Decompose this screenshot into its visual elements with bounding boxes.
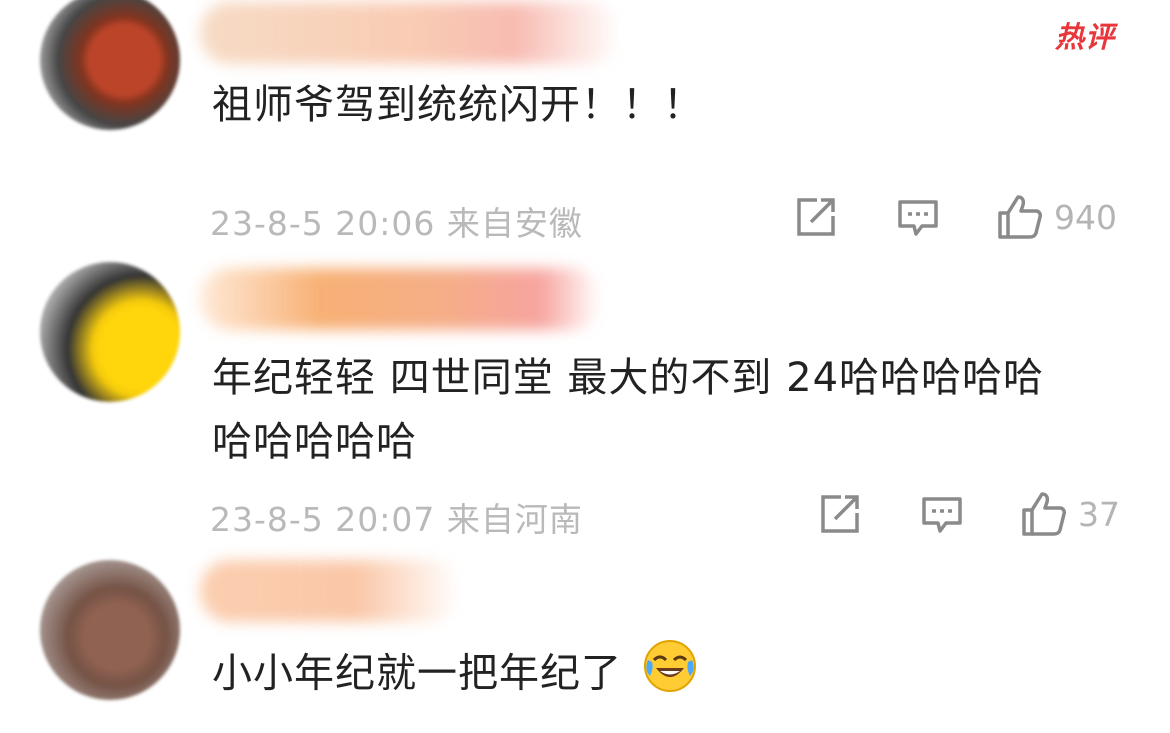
reply-button[interactable] xyxy=(896,198,940,238)
share-button[interactable] xyxy=(819,493,861,535)
thumbs-up-icon xyxy=(1022,492,1066,536)
thumbs-up-icon xyxy=(998,195,1042,239)
username-redacted[interactable] xyxy=(200,2,620,64)
comment-icon xyxy=(898,200,938,236)
hot-comment-badge: 热评 xyxy=(1054,20,1115,54)
avatar[interactable] xyxy=(40,0,180,130)
share-icon xyxy=(797,198,835,236)
share-icon xyxy=(821,495,859,533)
comment-text-content: 小小年纪就一把年纪了 xyxy=(212,650,622,697)
username-redacted[interactable] xyxy=(200,268,600,330)
comment-meta: 23-8-5 20:07 来自河南 xyxy=(210,500,583,539)
like-button[interactable]: 37 xyxy=(1020,490,1120,538)
comment-text-line-1: 年纪轻轻 四世同堂 最大的不到 24哈哈哈哈哈 xyxy=(212,355,1045,401)
comment-meta: 23-8-5 20:06 来自安徽 xyxy=(210,204,583,243)
like-button[interactable]: 940 xyxy=(996,193,1117,241)
reply-button[interactable] xyxy=(920,495,964,535)
share-button[interactable] xyxy=(795,196,837,238)
avatar[interactable] xyxy=(40,560,180,700)
comment-text: 祖师爷驾到统统闪开！！！ xyxy=(212,82,704,128)
like-count: 940 xyxy=(1054,197,1117,237)
laughing-crying-emoji-icon xyxy=(642,638,698,713)
username-redacted[interactable] xyxy=(200,560,460,622)
comment-icon xyxy=(922,497,962,533)
comment-text-line-2: 哈哈哈哈哈 xyxy=(212,419,417,465)
like-count: 37 xyxy=(1078,494,1120,534)
avatar[interactable] xyxy=(40,262,180,402)
comment-text: 小小年纪就一把年纪了 xyxy=(212,638,1142,713)
